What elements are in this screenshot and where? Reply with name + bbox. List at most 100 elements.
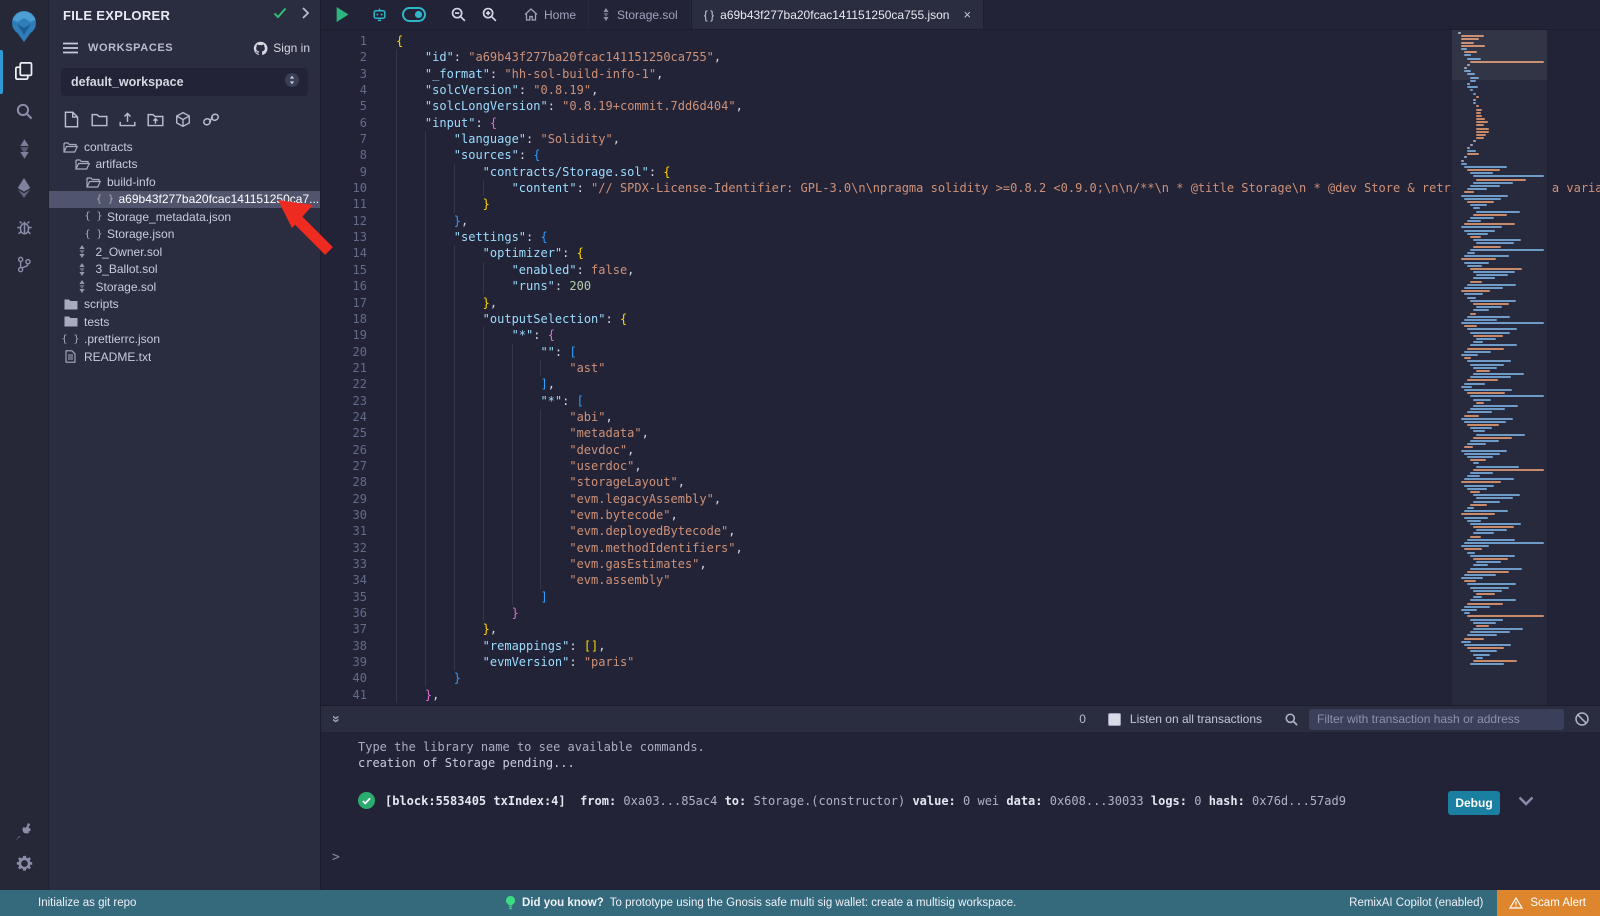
git-icon[interactable] [0, 245, 48, 283]
cube-icon[interactable] [174, 110, 192, 128]
transaction-log-row[interactable]: [block:5583405 txIndex:4] from: 0xa03...… [358, 792, 1346, 809]
tree-item[interactable]: artifacts [49, 156, 320, 174]
terminal[interactable]: Type the library name to see available c… [321, 732, 1600, 890]
workspace-name: default_workspace [71, 75, 284, 89]
listen-checkbox[interactable] [1108, 713, 1121, 726]
listen-label: Listen on all transactions [1130, 712, 1262, 726]
file-explorer-icon[interactable] [0, 52, 48, 90]
json-icon: { } [86, 229, 101, 240]
tree-item[interactable]: scripts [49, 296, 320, 314]
code-line: 23"*": [ [321, 393, 1600, 409]
expand-transaction-icon[interactable] [1518, 795, 1534, 809]
minimap[interactable] [1452, 30, 1547, 705]
search-icon[interactable] [0, 92, 48, 130]
tree-item[interactable]: build-info [49, 173, 320, 191]
debugger-icon[interactable] [0, 208, 48, 246]
line-number: 13 [321, 229, 367, 245]
line-number: 32 [321, 540, 367, 556]
code-line: 11} [321, 196, 1600, 212]
line-number: 14 [321, 245, 367, 261]
code-editor[interactable]: 1{2"id": "a69b43f277ba20fcac141151250ca7… [321, 30, 1600, 705]
code-line: 29"evm.legacyAssembly", [321, 491, 1600, 507]
folder-icon [63, 316, 78, 327]
line-number: 5 [321, 98, 367, 114]
tree-item[interactable]: 3_Ballot.sol [49, 261, 320, 279]
new-file-icon[interactable] [62, 110, 80, 128]
tree-item[interactable]: { }a69b43f277ba20fcac141151250ca7... [49, 191, 320, 209]
code-line: 33"evm.gasEstimates", [321, 556, 1600, 572]
tree-item[interactable]: tests [49, 313, 320, 331]
code-line: 40} [321, 670, 1600, 686]
git-init-button[interactable]: Initialize as git repo [38, 897, 136, 909]
line-number: 8 [321, 147, 367, 163]
tree-item[interactable]: { }Storage_metadata.json [49, 208, 320, 226]
workspace-dropdown[interactable]: default_workspace [61, 68, 308, 96]
code-line: 6"input": { [321, 115, 1600, 131]
tree-item[interactable]: Storage.sol [49, 278, 320, 296]
terminal-message: creation of Storage pending... [358, 756, 575, 770]
line-number: 34 [321, 572, 367, 588]
line-number: 9 [321, 164, 367, 180]
close-tab-icon[interactable]: × [963, 7, 971, 22]
solidity-compiler-icon[interactable] [0, 130, 48, 168]
zoom-out-icon[interactable] [450, 6, 467, 23]
deploy-run-icon[interactable] [0, 169, 48, 207]
tab-Storage.sol[interactable]: Storage.sol [589, 0, 691, 29]
line-number: 21 [321, 360, 367, 376]
run-script-icon[interactable] [335, 7, 349, 22]
line-number: 2 [321, 49, 367, 65]
tab-a69b43f277ba20fcac141151250ca755.json[interactable]: { }a69b43f277ba20fcac141151250ca755.json… [691, 0, 984, 29]
debug-button[interactable]: Debug [1448, 791, 1500, 815]
settings-icon[interactable] [0, 844, 48, 882]
code-line: 20"": [ [321, 344, 1600, 360]
tree-item-label: README.txt [84, 350, 151, 364]
new-folder-icon[interactable] [90, 110, 108, 128]
code-line: 21"ast" [321, 360, 1600, 376]
tree-item[interactable]: { }.prettierrc.json [49, 331, 320, 349]
solidity-icon [75, 280, 90, 293]
sign-in-button[interactable]: Sign in [253, 41, 310, 56]
tree-item-label: a69b43f277ba20fcac141151250ca7... [119, 192, 320, 206]
zoom-in-icon[interactable] [481, 6, 498, 23]
scam-alert-button[interactable]: Scam Alert [1497, 890, 1600, 916]
code-line: 24"abi", [321, 409, 1600, 425]
main-area: Home Storage.sol { }a69b43f277ba20fcac1411… [320, 0, 1600, 890]
file-icon [63, 350, 78, 363]
code-line: 4"solcVersion": "0.8.19", [321, 82, 1600, 98]
code-line: 15"enabled": false, [321, 262, 1600, 278]
tab-bar: Home Storage.sol { }a69b43f277ba20fcac1411… [321, 0, 1600, 30]
line-number: 25 [321, 425, 367, 441]
line-number: 24 [321, 409, 367, 425]
transaction-filter-input[interactable] [1309, 709, 1564, 730]
line-number: 17 [321, 295, 367, 311]
chevron-right-icon[interactable] [301, 6, 310, 24]
code-line: 31"evm.deployedBytecode", [321, 523, 1600, 539]
clear-console-icon[interactable] [1574, 711, 1590, 727]
tree-item[interactable]: contracts [49, 138, 320, 156]
upload-file-icon[interactable] [118, 110, 136, 128]
terminal-expand-icon[interactable]: » [329, 715, 345, 723]
tab-label: Storage.sol [617, 8, 678, 22]
ai-assistant-icon[interactable] [371, 6, 388, 23]
link-icon[interactable] [202, 110, 220, 128]
workspaces-menu-icon[interactable] [63, 42, 78, 54]
remix-logo-icon[interactable] [4, 6, 44, 46]
tab-Home[interactable]: Home [512, 0, 589, 29]
code-line: 13"settings": { [321, 229, 1600, 245]
status-bar: Initialize as git repo Did you know? To … [0, 890, 1600, 916]
copilot-toggle-icon[interactable] [402, 7, 426, 22]
tree-item[interactable]: README.txt [49, 348, 320, 366]
line-number: 15 [321, 262, 367, 278]
code-line: 17}, [321, 295, 1600, 311]
activity-bar [0, 0, 48, 890]
terminal-prompt[interactable]: > [332, 850, 340, 865]
upload-folder-icon[interactable] [146, 110, 164, 128]
line-number: 38 [321, 638, 367, 654]
json-icon: { } [63, 334, 78, 345]
tree-item[interactable]: 2_Owner.sol [49, 243, 320, 261]
line-number: 40 [321, 670, 367, 686]
code-line: 7"language": "Solidity", [321, 131, 1600, 147]
copilot-status[interactable]: RemixAI Copilot (enabled) [1349, 897, 1483, 909]
tree-item[interactable]: { }Storage.json [49, 226, 320, 244]
code-line: 12}, [321, 213, 1600, 229]
